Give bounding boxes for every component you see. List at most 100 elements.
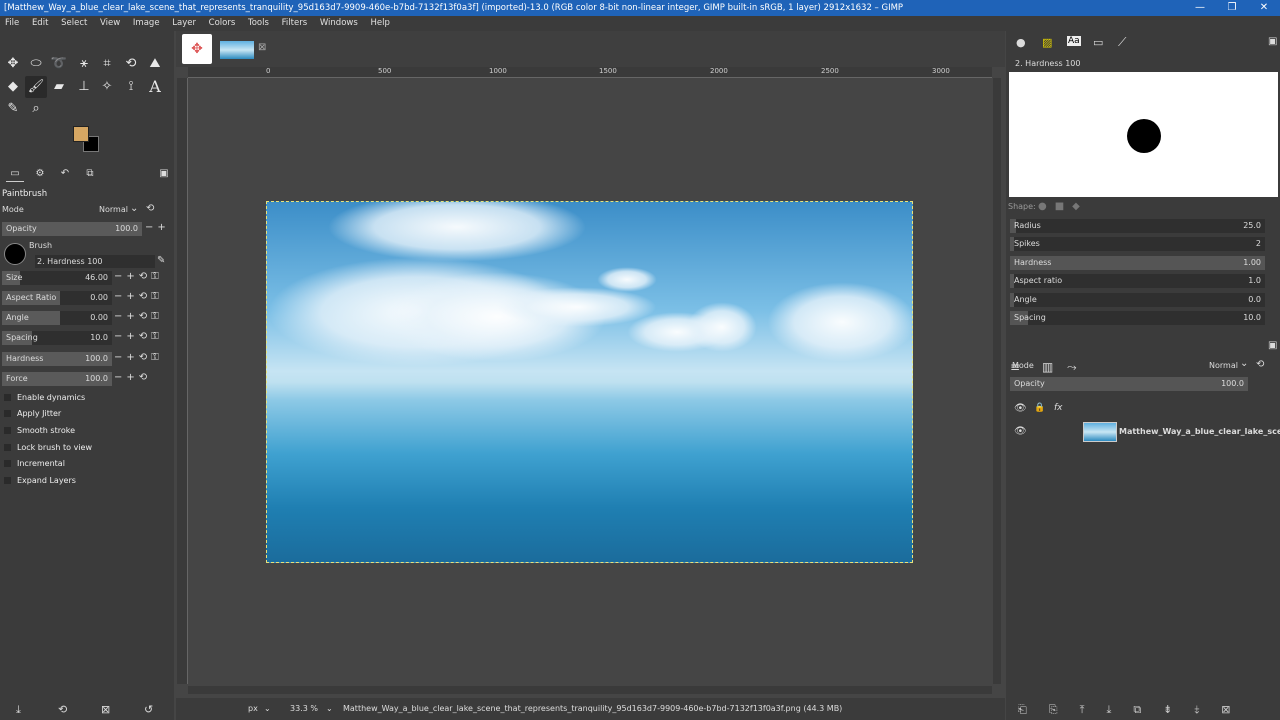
chevron-down-icon[interactable]: ⌄ — [326, 698, 333, 720]
brush-preview-icon[interactable] — [4, 243, 26, 265]
lock-icon[interactable]: 🔒 — [1034, 403, 1045, 413]
spikes-slider[interactable]: Spikes 2 — [1010, 237, 1265, 251]
zoom-icon[interactable]: ⌕ — [25, 98, 47, 120]
minimize-button[interactable]: — — [1184, 0, 1216, 16]
layer-mode-select[interactable]: Normal — [1209, 361, 1238, 370]
menu-windows[interactable]: Windows — [315, 16, 363, 31]
image-canvas[interactable] — [266, 201, 913, 563]
fuzzy-select-icon[interactable]: ⚹ — [73, 53, 95, 75]
dock-menu-icon[interactable]: ▣ — [1268, 340, 1277, 351]
move-tool-icon[interactable]: ✥ — [2, 53, 24, 75]
paintbrush-icon[interactable]: 🖌 — [25, 76, 47, 98]
smooth-stroke-checkbox[interactable]: Smooth stroke — [4, 426, 75, 435]
angle-slider[interactable]: Angle 0.00 — [2, 311, 112, 325]
restore-options-icon[interactable]: ⟲ — [58, 703, 67, 716]
clone-icon[interactable]: ⊥ — [73, 76, 95, 98]
smudge-icon[interactable]: ✧ — [96, 76, 118, 98]
brush-aspect-slider[interactable]: Aspect ratio 1.0 — [1010, 274, 1265, 288]
menu-file[interactable]: File — [0, 16, 24, 31]
images-tab-icon[interactable]: ⧉ — [81, 168, 99, 182]
device-status-tab-icon[interactable]: ⚙ — [31, 168, 49, 182]
angle-controls[interactable]: −+⟲⚿ — [114, 311, 163, 322]
menu-filters[interactable]: Filters — [277, 16, 312, 31]
chevron-down-icon[interactable]: ⌄ — [264, 698, 271, 720]
eye-icon[interactable]: 👁 — [1014, 403, 1027, 414]
hardness-controls[interactable]: −+⟲⚿ — [114, 352, 163, 363]
force-controls[interactable]: −+⟲ — [114, 372, 151, 383]
layer-actions[interactable]: ⎗⎘⤒⤓⧉⇟⤈⊠ — [1018, 703, 1252, 717]
lasso-icon[interactable]: ➰ — [48, 53, 70, 75]
paths-tab-icon[interactable]: ⤳ — [1067, 360, 1077, 375]
layer-opacity-slider[interactable]: Opacity 100.0 — [1010, 377, 1248, 391]
delete-options-icon[interactable]: ⊠ — [101, 703, 110, 716]
brushes-tab-icon[interactable]: ● — [1016, 36, 1026, 49]
eraser-icon[interactable]: ▰ — [48, 76, 70, 98]
foreground-color-swatch[interactable] — [73, 126, 89, 142]
opacity-slider[interactable]: Opacity 100.0 — [2, 222, 142, 236]
ellipse-select-icon[interactable]: ⬭ — [25, 53, 47, 75]
brush-hardness-slider[interactable]: Hardness 1.00 — [1010, 256, 1265, 270]
transform-icon[interactable]: ⟲ — [120, 53, 142, 75]
brush-editor-tab-icon[interactable]: ▭ — [1093, 36, 1103, 49]
paint-dynamics-tab-icon[interactable]: ⟋ — [1118, 35, 1126, 50]
bucket-fill-icon[interactable]: ◆ — [2, 76, 24, 98]
close-tab-icon[interactable]: ⊠ — [258, 42, 266, 53]
aspect-ratio-controls[interactable]: −+⟲⚿ — [114, 291, 163, 302]
image-thumbnail[interactable] — [220, 41, 254, 59]
menu-image[interactable]: Image — [128, 16, 165, 31]
channels-tab-icon[interactable]: ▥ — [1042, 360, 1053, 374]
chevron-down-icon[interactable]: ⌄ — [1240, 358, 1248, 369]
maximize-button[interactable]: ❐ — [1216, 0, 1248, 16]
reset-options-icon[interactable]: ↺ — [144, 703, 153, 716]
fx-icon[interactable]: fx — [1054, 403, 1063, 413]
spacing-controls[interactable]: −+⟲⚿ — [114, 331, 163, 342]
brush-name-field[interactable]: 2. Hardness 100 — [35, 255, 155, 268]
expand-layers-checkbox[interactable]: Expand Layers — [4, 476, 76, 485]
dock-menu-icon[interactable]: ▣ — [1268, 36, 1277, 47]
color-picker-icon[interactable]: ✎ — [2, 98, 24, 120]
menu-tools[interactable]: Tools — [243, 16, 274, 31]
incremental-checkbox[interactable]: Incremental — [4, 459, 65, 468]
tool-options-tab-icon[interactable]: ▭ — [6, 168, 24, 182]
enable-dynamics-checkbox[interactable]: Enable dynamics — [4, 393, 85, 402]
close-button[interactable]: ✕ — [1248, 0, 1280, 16]
text-tool-icon[interactable]: A — [144, 76, 166, 98]
image-tab-icon[interactable]: ✥ — [182, 34, 212, 64]
undo-history-tab-icon[interactable]: ↶ — [56, 168, 74, 182]
reset-mode-icon[interactable]: ⟲ — [1256, 359, 1264, 370]
size-controls[interactable]: −+⟲⚿ — [114, 271, 163, 282]
menu-help[interactable]: Help — [365, 16, 394, 31]
force-slider[interactable]: Force 100.0 — [2, 372, 112, 386]
chevron-down-icon[interactable]: ⌄ — [130, 203, 138, 214]
layer-visibility-icon[interactable]: 👁 — [1014, 426, 1027, 437]
unit-select[interactable]: px — [248, 698, 258, 720]
menu-edit[interactable]: Edit — [27, 16, 53, 31]
apply-jitter-checkbox[interactable]: Apply Jitter — [4, 409, 61, 418]
zoom-select[interactable]: 33.3 % — [290, 698, 318, 720]
fonts-tab-icon[interactable]: Aa — [1067, 36, 1081, 46]
size-slider[interactable]: Size 46.00 — [2, 271, 112, 285]
patterns-tab-icon[interactable]: ▨ — [1042, 36, 1052, 49]
menu-select[interactable]: Select — [56, 16, 92, 31]
menu-layer[interactable]: Layer — [167, 16, 201, 31]
spacing-slider[interactable]: Spacing 10.0 — [2, 331, 112, 345]
warp-icon[interactable]: ⛰ — [144, 53, 166, 75]
opacity-stepper[interactable]: −+ — [145, 222, 170, 233]
mode-select[interactable]: Normal — [99, 205, 128, 214]
menu-view[interactable]: View — [95, 16, 125, 31]
menu-colors[interactable]: Colors — [204, 16, 241, 31]
aspect-ratio-slider[interactable]: Aspect Ratio 0.00 — [2, 291, 112, 305]
horizontal-scrollbar[interactable] — [188, 686, 992, 694]
reset-mode-icon[interactable]: ⟲ — [146, 203, 154, 214]
crop-icon[interactable]: ⌗ — [96, 53, 118, 75]
edit-brush-icon[interactable]: ✎ — [157, 255, 165, 266]
save-options-icon[interactable]: ⤓ — [16, 703, 21, 717]
brush-angle-slider[interactable]: Angle 0.0 — [1010, 293, 1265, 307]
dock-menu-icon[interactable]: ▣ — [155, 168, 173, 182]
vertical-scrollbar[interactable] — [993, 78, 1001, 684]
radius-slider[interactable]: Radius 25.0 — [1010, 219, 1265, 233]
hardness-slider[interactable]: Hardness 100.0 — [2, 352, 112, 366]
lock-brush-checkbox[interactable]: Lock brush to view — [4, 443, 92, 452]
brush-spacing-slider[interactable]: Spacing 10.0 — [1010, 311, 1265, 325]
shape-options-icon[interactable]: ●■◆ — [1038, 201, 1088, 212]
